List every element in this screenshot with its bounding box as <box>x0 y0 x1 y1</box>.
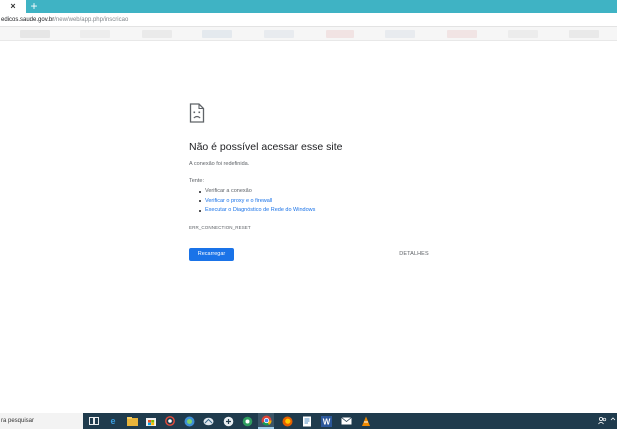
task-view-icon[interactable] <box>88 415 100 427</box>
app-icon[interactable] <box>202 415 214 427</box>
vlc-icon[interactable] <box>360 415 372 427</box>
suggestion-check-proxy-link[interactable]: Verificar o proxy e o firewall <box>199 197 439 207</box>
app-icon[interactable] <box>164 415 176 427</box>
file-explorer-icon[interactable] <box>126 415 138 427</box>
bookmark-item[interactable] <box>202 30 232 38</box>
bookmark-item[interactable] <box>264 30 294 38</box>
bookmark-item[interactable] <box>385 30 415 38</box>
system-tray-people-icon[interactable] <box>598 416 607 427</box>
app-icon[interactable] <box>222 415 234 427</box>
chrome-icon[interactable] <box>258 413 274 429</box>
system-tray-chevron-icon[interactable] <box>610 416 616 424</box>
bookmark-item[interactable] <box>508 30 538 38</box>
reload-button[interactable]: Recarregar <box>189 248 234 261</box>
mail-icon[interactable] <box>340 415 352 427</box>
suggestion-check-connection: Verificar a conexão <box>199 187 439 197</box>
bookmarks-bar <box>0 27 617 41</box>
windows-taskbar: ra pesquisar e W <box>0 413 617 429</box>
error-description: A conexão foi redefinida. <box>189 161 250 167</box>
tab-close-button[interactable]: × <box>0 0 26 13</box>
error-title: Não é possível acessar esse site <box>189 141 343 153</box>
app-icon[interactable] <box>301 415 313 427</box>
bookmark-item[interactable] <box>326 30 354 38</box>
tab-strip: × + <box>0 0 617 13</box>
edge-icon[interactable]: e <box>107 415 119 427</box>
word-icon[interactable]: W <box>320 415 332 427</box>
bookmark-item[interactable] <box>80 30 110 38</box>
suggestion-list: Verificar a conexão Verificar o proxy e … <box>199 187 439 216</box>
app-icon[interactable] <box>241 415 253 427</box>
sad-page-icon <box>189 103 205 123</box>
bookmark-item[interactable] <box>447 30 477 38</box>
bookmark-item[interactable] <box>569 30 599 38</box>
store-icon[interactable] <box>145 415 157 427</box>
try-label: Tente: <box>189 178 204 184</box>
url-domain: edicos.saude.gov.br <box>1 17 55 23</box>
suggestion-network-diagnostics-link[interactable]: Executar o Diagnóstico de Rede do Window… <box>199 206 439 216</box>
bookmark-item[interactable] <box>20 30 50 38</box>
error-content: Não é possível acessar esse site A conex… <box>189 103 439 230</box>
svg-text:W: W <box>322 417 330 426</box>
error-code: ERR_CONNECTION_RESET <box>189 224 251 230</box>
photos-icon[interactable] <box>183 415 195 427</box>
taskbar-search-box[interactable]: ra pesquisar <box>0 413 83 429</box>
url-path: /new/web/app.php/inscricao <box>54 17 129 23</box>
address-bar[interactable]: edicos.saude.gov.br/new/web/app.php/insc… <box>0 13 617 27</box>
new-tab-button[interactable]: + <box>26 0 42 13</box>
bookmark-item[interactable] <box>142 30 172 38</box>
details-button[interactable]: DETALHES <box>396 250 432 259</box>
firefox-icon[interactable] <box>281 415 293 427</box>
